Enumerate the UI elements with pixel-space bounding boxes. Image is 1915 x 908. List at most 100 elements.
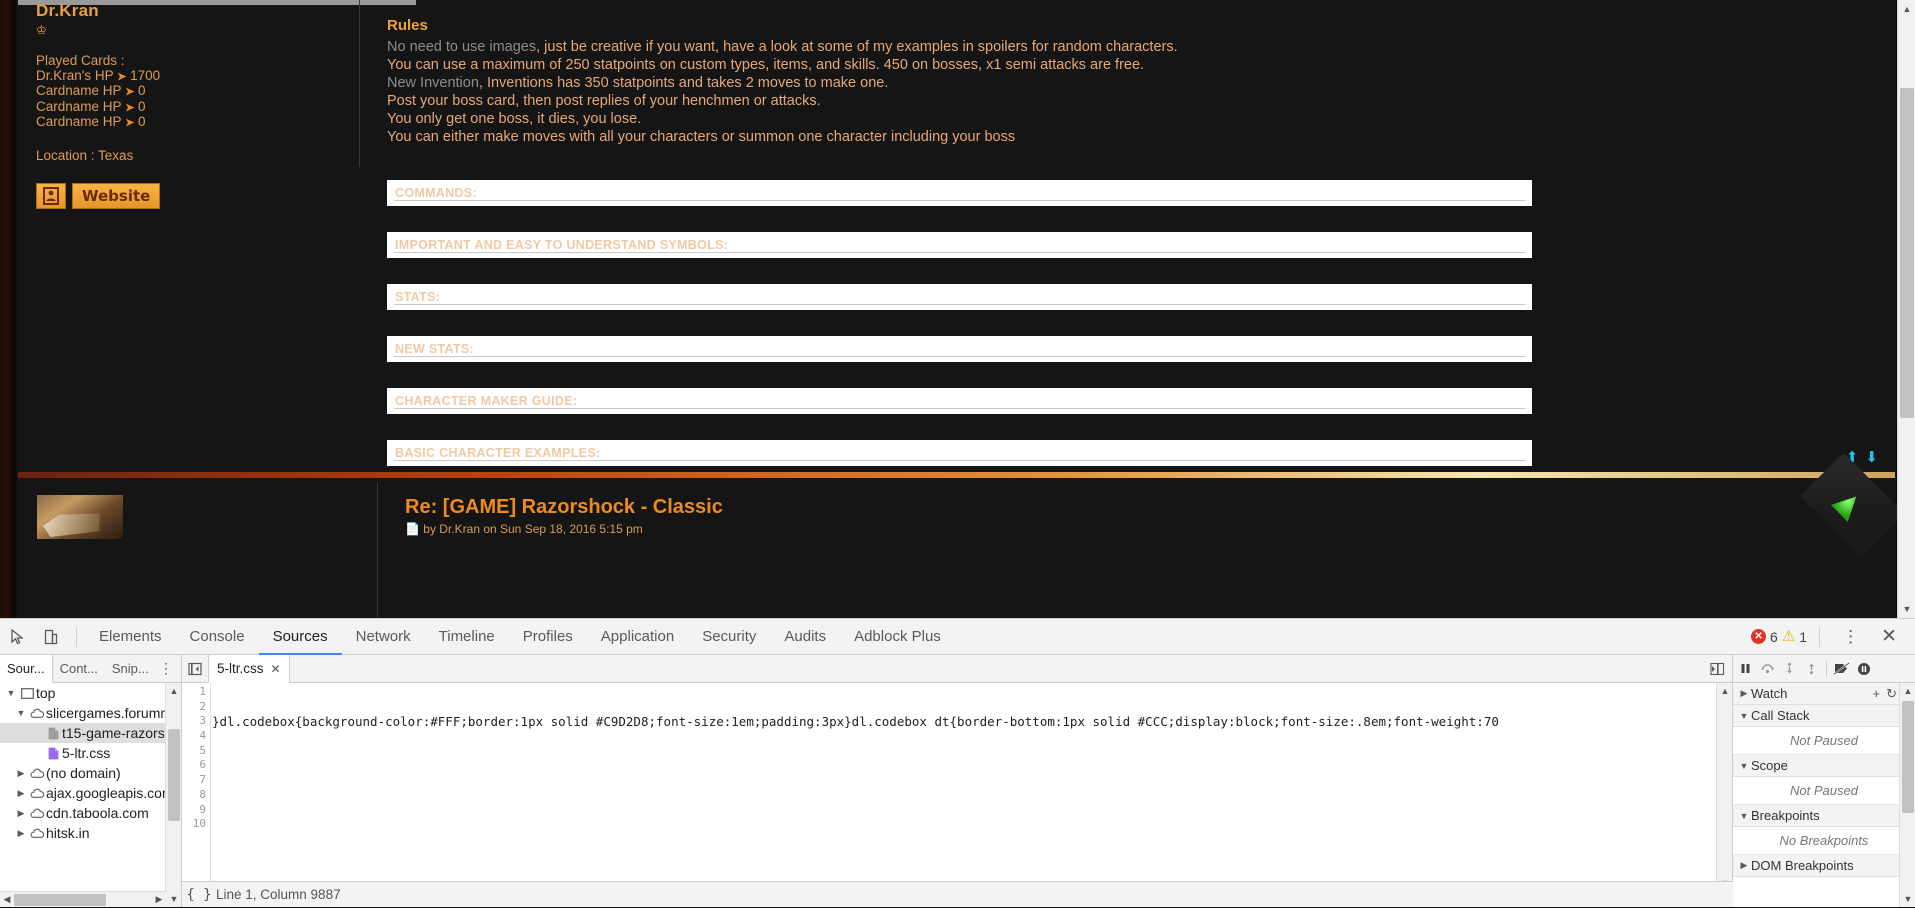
scrollbar-up-icon[interactable]: ▲ [1898,0,1915,18]
spoiler-box[interactable]: NEW STATS: [387,336,1532,362]
section-call-stack[interactable]: ▼ Call Stack [1733,705,1915,727]
warning-count-badge[interactable]: ⚠ 1 [1782,629,1807,645]
chevron-right-icon[interactable]: ▶ [14,823,28,843]
scroll-left-icon[interactable]: ◀ [0,894,14,905]
spoiler-title[interactable]: BASIC CHARACTER EXAMPLES: [394,446,1525,460]
close-icon[interactable]: ✕ [1873,625,1905,648]
navigator-horizontal-scrollbar[interactable]: ◀ ▶ [0,891,166,907]
tab-network[interactable]: Network [342,619,425,655]
chevron-down-icon[interactable]: ▼ [14,703,28,723]
chevron-right-icon[interactable]: ▶ [14,763,28,783]
chevron-down-icon[interactable]: ▼ [1737,761,1751,771]
tab-sources[interactable]: Sources [259,619,342,655]
editor-tab-label: 5-ltr.css [217,655,264,683]
author-username[interactable]: Dr.Kran [36,1,360,21]
spoiler-box[interactable]: BASIC CHARACTER EXAMPLES: [387,440,1532,466]
spoiler-box[interactable]: CHARACTER MAKER GUIDE: [387,388,1532,414]
scrollbar-thumb[interactable] [1902,701,1914,813]
tab-console[interactable]: Console [176,619,259,655]
scrollbar-thumb[interactable] [168,729,180,821]
post-title[interactable]: Re: [GAME] Razorshock - Classic [405,496,723,519]
debugger-vertical-scrollbar[interactable]: ▲ ▼ [1899,683,1915,907]
warning-icon: ⚠ [1782,629,1795,644]
tab-timeline[interactable]: Timeline [425,619,509,655]
chevron-right-icon[interactable]: ▶ [1737,688,1751,699]
spoiler-title[interactable]: COMMANDS: [394,186,1525,200]
deactivate-breakpoints-icon[interactable] [1831,656,1852,682]
pretty-print-icon[interactable]: { } [182,887,216,903]
cloud-icon [28,708,46,719]
chevron-down-icon[interactable]: ▼ [1737,711,1751,721]
tree-item-stylesheet[interactable]: 5-ltr.css [0,743,166,763]
step-over-icon[interactable] [1757,656,1778,682]
scroll-down-icon[interactable]: ▼ [166,891,182,907]
tab-audits[interactable]: Audits [770,619,840,655]
tab-adblock-plus[interactable]: Adblock Plus [840,619,955,655]
code-area[interactable]: 1 2 3 4 5 6 7 8 9 10 }dl.codebox{backgro… [182,683,1732,907]
tab-profiles[interactable]: Profiles [509,619,587,655]
tab-security[interactable]: Security [688,619,770,655]
section-watch[interactable]: ▶ Watch + ↻ [1733,683,1915,705]
step-out-icon[interactable] [1801,656,1822,682]
scroll-down-icon[interactable]: ▼ [1900,891,1915,907]
tree-item-no-domain[interactable]: ▶ (no domain) [0,763,166,783]
tree-item-domain[interactable]: ▼ slicergames.forummo [0,703,166,723]
tab-application[interactable]: Application [587,619,688,655]
tree-item-hitsk-in[interactable]: ▶ hitsk.in [0,823,166,843]
chevron-down-icon[interactable]: ▼ [1737,811,1751,821]
more-options-icon[interactable]: ⋮ [1832,627,1869,647]
navigator-more-icon[interactable]: ⋮ [159,660,181,677]
scroll-up-icon[interactable]: ▲ [1900,683,1915,699]
spoiler-title[interactable]: CHARACTER MAKER GUIDE: [394,394,1525,408]
spoiler-box[interactable]: COMMANDS: [387,180,1532,206]
tab-snippets[interactable]: Snip... [105,655,156,683]
code-line[interactable]: }dl.codebox{background-color:#FFF;border… [212,715,1716,730]
chevron-down-icon[interactable]: ▼ [4,683,18,703]
navigator-vertical-scrollbar[interactable]: ▲ ▼ [165,683,181,907]
collapse-navigator-icon[interactable] [182,655,208,683]
scroll-right-icon[interactable]: ▶ [152,894,166,905]
error-count: 6 [1770,629,1778,645]
spoiler-title[interactable]: IMPORTANT AND EASY TO UNDERSTAND SYMBOLS… [394,238,1525,252]
toolbar-divider [76,627,77,647]
device-toolbar-icon[interactable] [34,620,68,654]
chevron-right-icon[interactable]: ▶ [1737,860,1751,871]
tree-item-cdn-taboola[interactable]: ▶ cdn.taboola.com [0,803,166,823]
scrollbar-thumb[interactable] [14,894,106,906]
show-debugger-sidebar-icon[interactable] [1702,655,1732,683]
chevron-right-icon[interactable]: ▶ [14,803,28,823]
scrollbar-thumb[interactable] [1900,88,1914,418]
step-into-icon[interactable] [1779,656,1800,682]
spoiler-title[interactable]: NEW STATS: [394,342,1525,356]
section-scope[interactable]: ▼ Scope [1733,755,1915,777]
refresh-icon[interactable]: ↻ [1886,686,1897,702]
inspect-icon[interactable] [0,620,34,654]
pause-icon[interactable] [1735,656,1756,682]
spoiler-box[interactable]: IMPORTANT AND EASY TO UNDERSTAND SYMBOLS… [387,232,1532,258]
add-icon[interactable]: + [1873,686,1881,702]
chevron-right-icon[interactable]: ▶ [14,783,28,803]
scroll-down-icon[interactable]: ⬇ [1865,449,1885,466]
pause-on-exceptions-icon[interactable] [1853,656,1874,682]
editor-vertical-scrollbar[interactable]: ▲ ▼ [1716,683,1732,891]
tree-item-ajax-googleapis[interactable]: ▶ ajax.googleapis.com [0,783,166,803]
tab-sources-files[interactable]: Sour... [0,655,53,683]
section-dom-breakpoints[interactable]: ▶ DOM Breakpoints [1733,855,1915,877]
scroll-up-icon[interactable]: ▲ [1717,683,1733,699]
tab-content-scripts[interactable]: Cont... [53,655,105,683]
spoiler-box[interactable]: STATS: [387,284,1532,310]
spoiler-title[interactable]: STATS: [394,290,1525,304]
error-count-badge[interactable]: ✕ 6 [1751,629,1778,645]
code-content[interactable]: }dl.codebox{background-color:#FFF;border… [212,683,1716,891]
close-icon[interactable]: ✕ [271,655,281,683]
editor-tab-5-ltr-css[interactable]: 5-ltr.css ✕ [208,655,290,683]
scrollbar-down-icon[interactable]: ▼ [1898,600,1915,618]
tab-elements[interactable]: Elements [85,619,176,655]
tree-item-document[interactable]: t15-game-razorsho [0,723,166,743]
view-profile-button[interactable] [36,183,66,209]
page-scrollbar[interactable]: ▲ ▼ [1897,0,1915,618]
scroll-up-icon[interactable]: ▲ [166,683,182,699]
section-breakpoints[interactable]: ▼ Breakpoints [1733,805,1915,827]
website-button[interactable]: Website [72,183,160,209]
tree-item-top[interactable]: ▼ top [0,683,166,703]
